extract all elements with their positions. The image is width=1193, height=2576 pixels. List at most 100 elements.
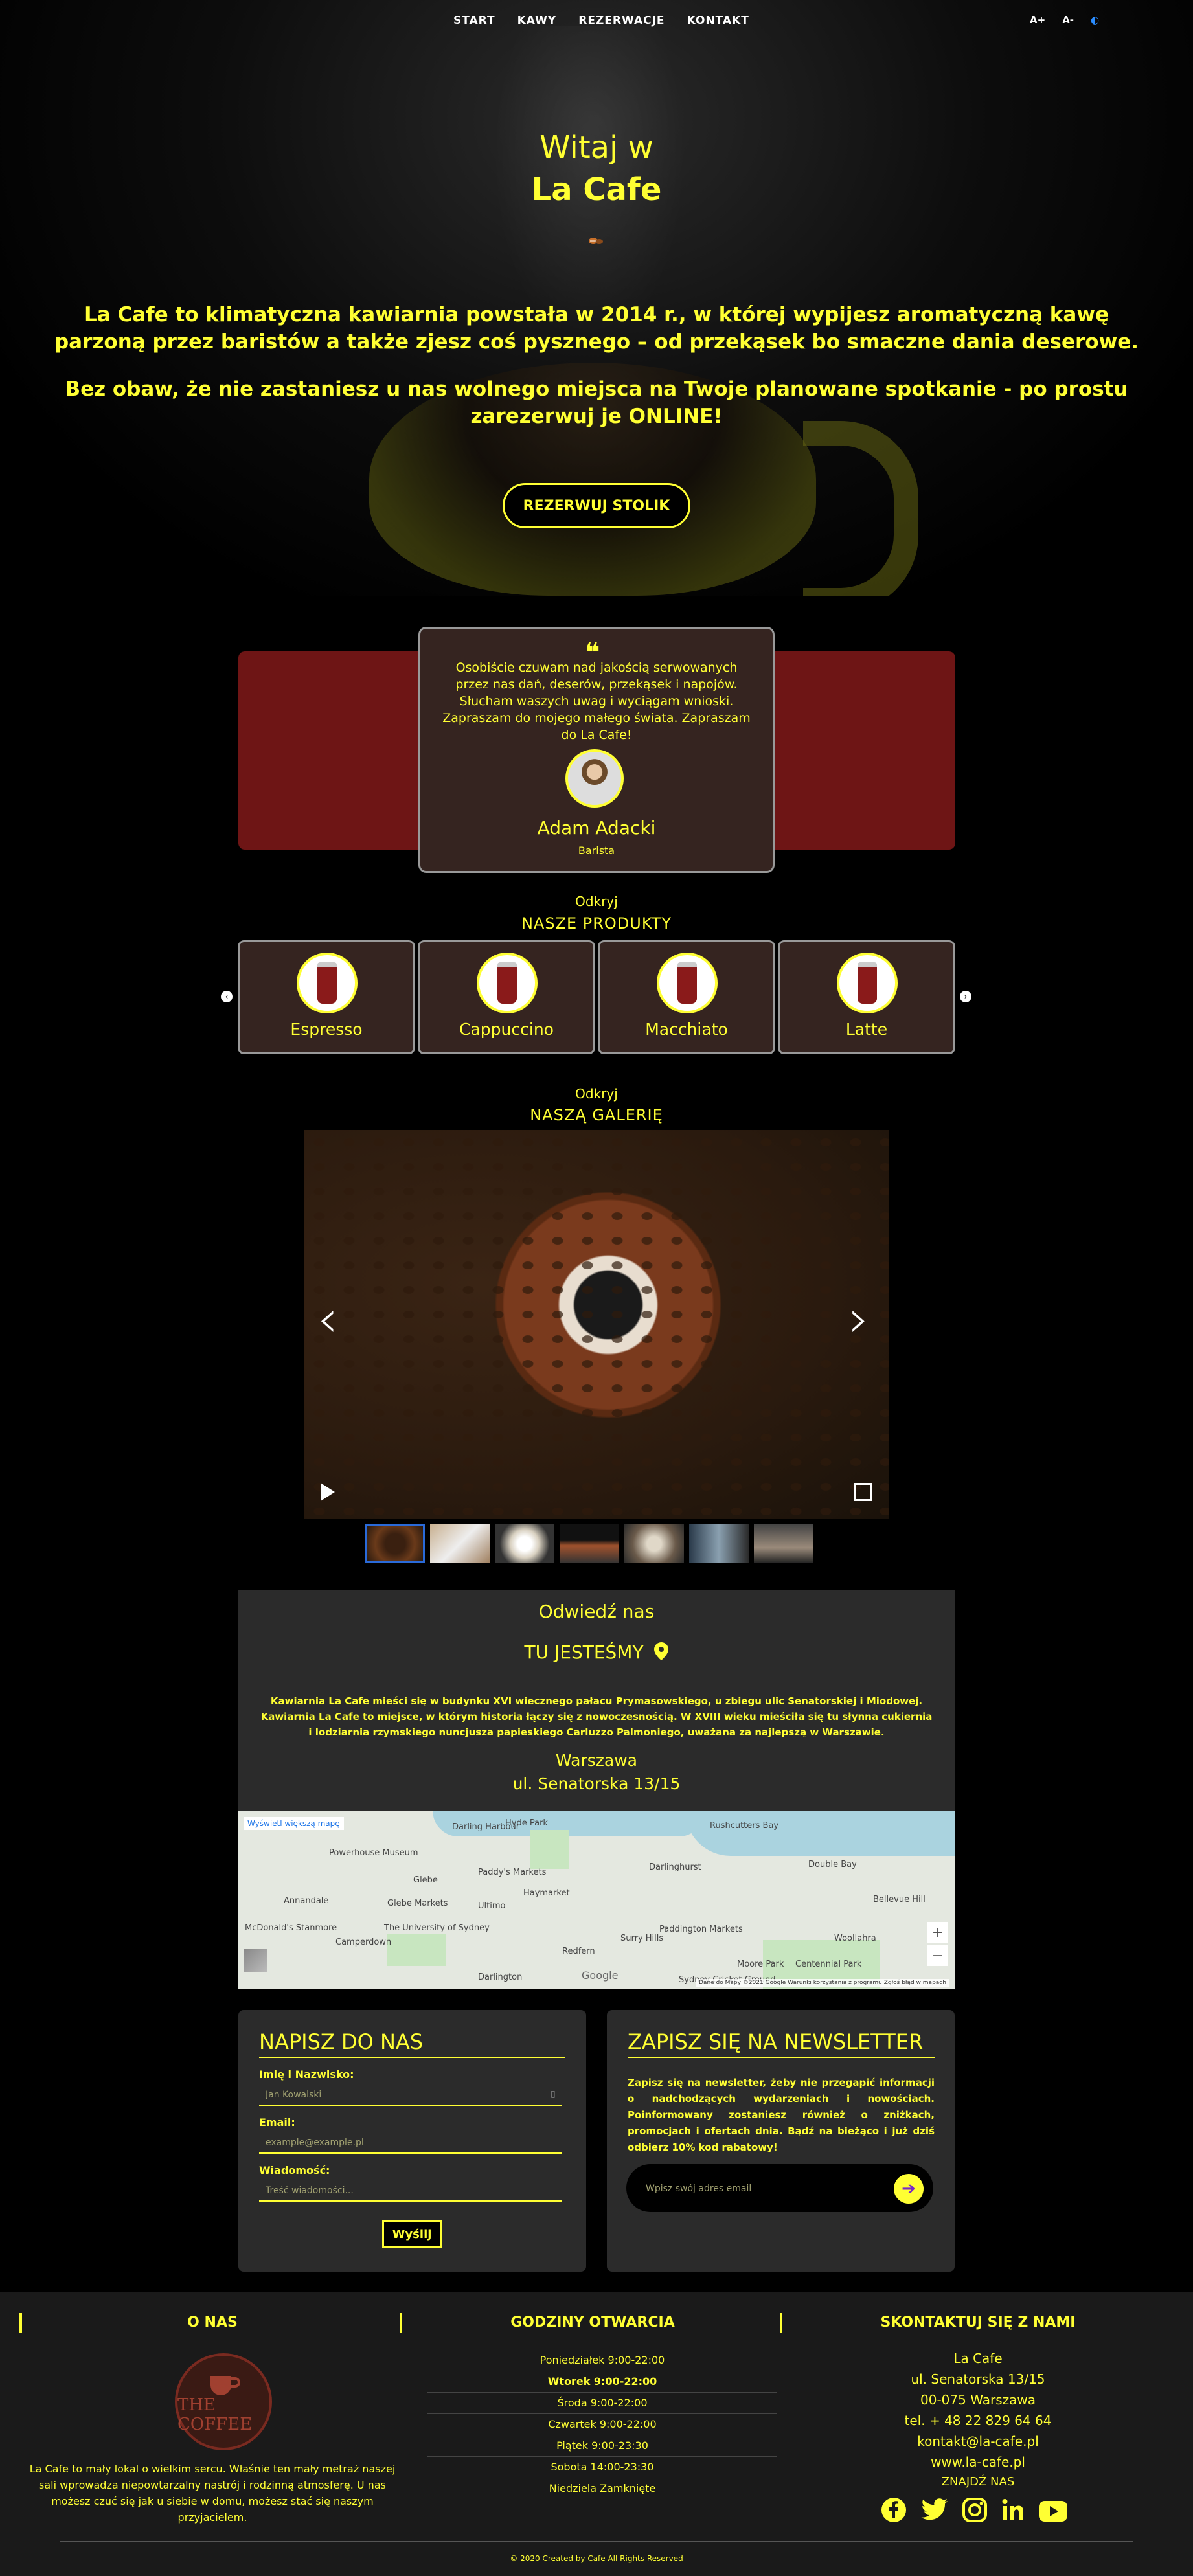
find-us-label: ZNAJDŹ NAS — [941, 2475, 1015, 2489]
nav-item-kawy[interactable]: KAWY — [517, 14, 557, 27]
products-subtitle: Odkryj — [575, 894, 618, 909]
hero-reservation-text: Bez obaw, że nie zastaniesz u nas wolneg… — [65, 378, 1128, 428]
newsletter-title: ZAPISZ SIĘ NA NEWSLETTER — [628, 2029, 935, 2058]
hours-row: Czwartek 9:00-22:00 — [427, 2413, 777, 2435]
testimonial-role: Barista — [578, 844, 615, 857]
twitter-icon[interactable] — [921, 2498, 948, 2528]
map-label: Glebe — [413, 1875, 438, 1885]
hours-row: Niedziela Zamknięte — [549, 2482, 656, 2494]
coffee-cup-icon — [210, 2376, 240, 2395]
product-cup-image — [657, 953, 718, 1013]
newsletter-submit-button[interactable]: ➔ — [894, 2174, 924, 2204]
product-cup-image — [837, 953, 898, 1013]
contact-title: SKONTAKTUJ SIĘ Z NAMI — [880, 2314, 1076, 2331]
nav-item-rezerwacje[interactable]: REZERWACJE — [578, 14, 665, 27]
facebook-icon[interactable] — [881, 2497, 907, 2529]
linkedin-icon[interactable] — [1001, 2498, 1025, 2528]
map-label: Annandale — [284, 1896, 329, 1906]
youtube-icon[interactable] — [1039, 2498, 1067, 2528]
footer-divider — [400, 2313, 402, 2333]
autofill-icon: ▯ — [551, 2089, 556, 2099]
name-field[interactable] — [259, 2085, 562, 2106]
product-cup-image — [297, 953, 358, 1013]
contact-form-title: NAPISZ DO NAS — [259, 2029, 565, 2058]
map-pin-icon — [654, 1642, 669, 1665]
product-card-latte[interactable]: Latte — [778, 940, 955, 1054]
contact-phone[interactable]: tel. + 48 22 829 64 64 — [790, 2413, 1166, 2428]
contact-email[interactable]: kontakt@la-cafe.pl — [790, 2434, 1166, 2449]
play-icon[interactable] — [321, 1483, 335, 1501]
contact-website[interactable]: www.la-cafe.pl — [790, 2454, 1166, 2470]
footer-divider-line — [60, 2541, 1133, 2542]
map-label: Powerhouse Museum — [329, 1848, 418, 1858]
map-label: Centennial Park — [795, 1960, 862, 1969]
products-title: NASZE PRODUKTY — [521, 914, 672, 932]
visit-description: Kawiarnia La Cafe mieści się w budynku X… — [260, 1695, 933, 1738]
street-view-thumbnail[interactable] — [244, 1949, 267, 1972]
gallery-thumbnail[interactable] — [624, 1524, 684, 1563]
map-larger-link[interactable]: Wyświetl większą mapę — [244, 1817, 344, 1830]
map-label: Darlinghurst — [649, 1862, 701, 1872]
map-zoom-in-button[interactable]: + — [927, 1922, 948, 1943]
hours-row: Piątek 9:00-23:30 — [427, 2435, 777, 2457]
gallery-thumbnail[interactable] — [754, 1524, 813, 1563]
visit-street: ul. Senatorska 13/15 — [512, 1774, 681, 1793]
coffee-bean-icon — [587, 234, 605, 251]
products-prev-button[interactable]: ‹ — [221, 991, 233, 1002]
contact-name: La Cafe — [953, 2351, 1003, 2366]
hero-description: La Cafe to klimatyczna kawiarnia powstał… — [54, 303, 1139, 354]
hero-title-line2: La Cafe — [531, 172, 662, 208]
newsletter-email-input[interactable] — [644, 2177, 880, 2200]
products-next-button[interactable]: › — [960, 991, 971, 1002]
font-increase-button[interactable]: A+ — [1030, 14, 1045, 26]
fullscreen-icon[interactable] — [854, 1483, 872, 1501]
product-card-macchiato[interactable]: Macchiato — [598, 940, 775, 1054]
reserve-table-button[interactable]: REZERWUJ STOLIK — [503, 483, 690, 528]
send-button[interactable]: Wyślij — [382, 2220, 442, 2248]
gallery-next-button[interactable]: › — [848, 1289, 869, 1349]
map-label: Ultimo — [478, 1901, 506, 1911]
hours-row: Poniedziałek 9:00-22:00 — [427, 2349, 777, 2371]
coffee-beans-texture — [304, 1130, 889, 1519]
gallery-title: NASZĄ GALERIĘ — [530, 1106, 663, 1124]
contrast-icon[interactable]: ◐ — [1091, 14, 1099, 26]
nav-item-kontakt[interactable]: KONTAKT — [687, 14, 749, 27]
map-label: McDonald's Stanmore — [245, 1923, 337, 1933]
instagram-icon[interactable] — [962, 2498, 987, 2529]
gallery-thumbnail[interactable] — [689, 1524, 749, 1563]
visit-here-heading: TU JESTEŚMY — [238, 1642, 955, 1665]
map-zoom-out-button[interactable]: − — [927, 1945, 948, 1966]
visit-title: Odwiedź nas — [538, 1601, 655, 1622]
gallery-thumbnail[interactable] — [365, 1524, 425, 1563]
map-water — [685, 1811, 955, 1856]
map-label: Haymarket — [523, 1888, 570, 1898]
font-decrease-button[interactable]: A- — [1062, 14, 1074, 26]
testimonial-text: Osobiście czuwam nad jakością serwowanyc… — [442, 661, 751, 742]
name-label: Imię i Nazwisko: — [259, 2068, 354, 2081]
hours-row: Środa 9:00-22:00 — [427, 2392, 777, 2414]
map-label: Moore Park — [737, 1960, 784, 1969]
nav-links: START KAWY REZERWACJE KONTAKT — [453, 14, 749, 27]
email-field[interactable] — [259, 2133, 562, 2154]
map-label: Darling Harbour — [452, 1822, 520, 1832]
gallery-subtitle: Odkryj — [575, 1086, 618, 1102]
hero-title-line1: Witaj w — [540, 130, 653, 166]
gallery-thumbnail[interactable] — [430, 1524, 490, 1563]
message-field[interactable] — [259, 2181, 562, 2202]
gallery-thumbnails — [365, 1524, 813, 1563]
nav-item-start[interactable]: START — [453, 14, 495, 27]
gallery-thumbnail[interactable] — [495, 1524, 554, 1563]
gallery-thumbnail[interactable] — [560, 1524, 619, 1563]
message-label: Wiadomość: — [259, 2164, 330, 2176]
hours-title: GODZINY OTWARCIA — [510, 2314, 675, 2331]
email-label: Email: — [259, 2116, 295, 2129]
map-label: Bellevue Hill — [873, 1895, 926, 1904]
product-card-espresso[interactable]: Espresso — [238, 940, 415, 1054]
gallery-prev-button[interactable]: ‹ — [317, 1289, 338, 1349]
map-label: Rushcutters Bay — [710, 1821, 779, 1831]
google-map[interactable]: Hyde Park Darling Harbour Rushcutters Ba… — [238, 1811, 955, 1989]
top-navbar: START KAWY REZERWACJE KONTAKT A+ A- ◐ — [0, 0, 1193, 45]
product-card-cappuccino[interactable]: Cappuccino — [418, 940, 595, 1054]
product-name: Macchiato — [645, 1020, 728, 1039]
product-name: Espresso — [290, 1020, 363, 1039]
